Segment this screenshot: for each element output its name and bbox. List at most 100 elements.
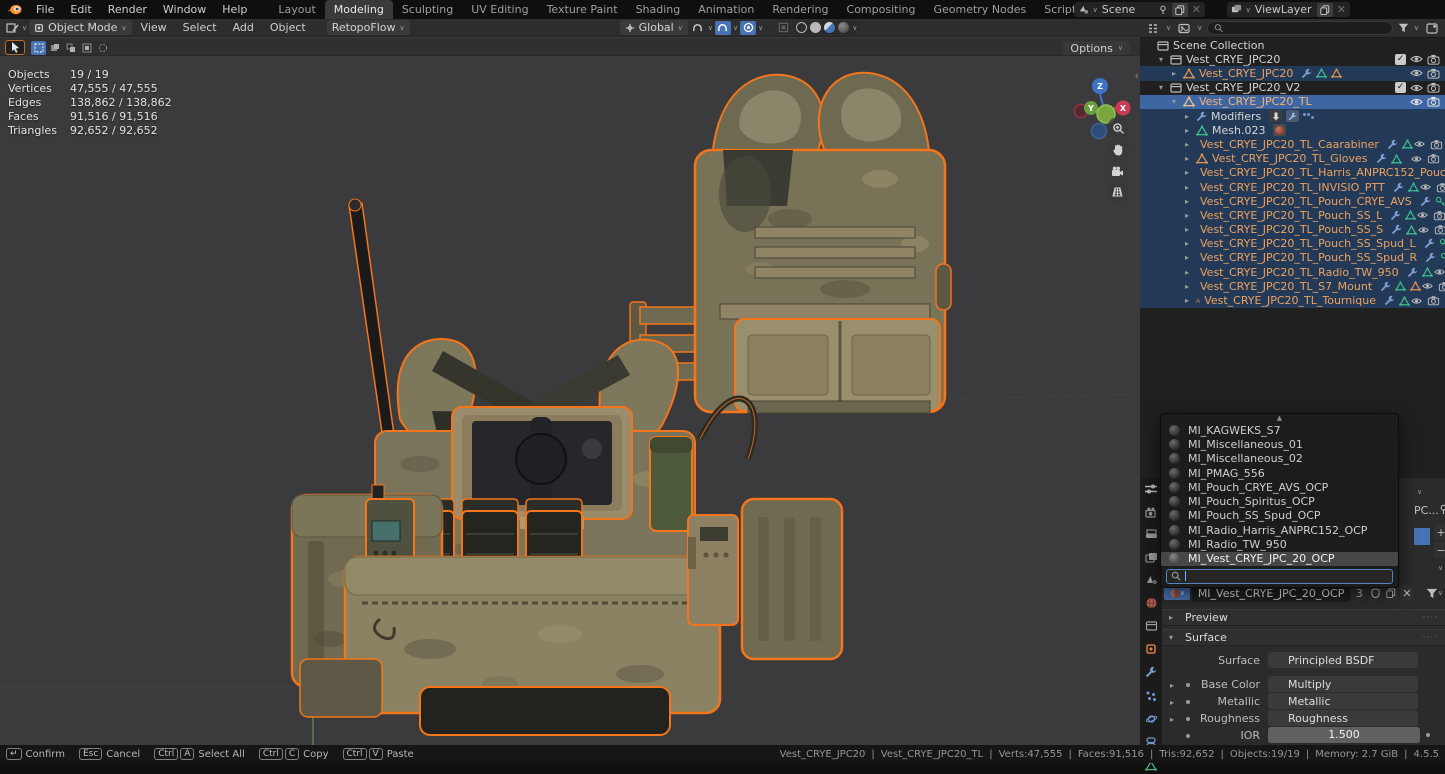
sidebar-toggle-icon[interactable]: ‹ xyxy=(1135,69,1139,82)
shading-material-button[interactable] xyxy=(824,22,835,33)
shading-wireframe-button[interactable] xyxy=(796,22,807,33)
options-dropdown[interactable]: Options ∨ xyxy=(1063,41,1130,55)
collection-checkbox[interactable]: ✓ xyxy=(1395,82,1406,93)
render-visibility-icon[interactable] xyxy=(1427,96,1440,107)
tab-modifiers[interactable] xyxy=(1145,666,1157,681)
tab-animation[interactable]: Animation xyxy=(689,0,763,19)
tab-layout[interactable]: Layout xyxy=(269,0,324,19)
expand-icon[interactable] xyxy=(1185,268,1196,277)
editor-type-icon[interactable] xyxy=(1145,21,1161,35)
add-viewlayer-button[interactable] xyxy=(1317,3,1333,17)
expand-icon[interactable] xyxy=(1185,112,1196,121)
render-visibility-icon[interactable] xyxy=(1427,82,1440,93)
keyframe-dot-icon[interactable] xyxy=(1426,733,1430,737)
ior-slider[interactable]: 1.500 xyxy=(1268,727,1420,743)
filter-icon[interactable] xyxy=(1398,23,1409,33)
expand-icon[interactable] xyxy=(1159,83,1170,92)
menu-file[interactable]: File xyxy=(28,0,62,19)
expand-icon[interactable] xyxy=(1185,168,1196,177)
expand-icon[interactable] xyxy=(1185,197,1196,206)
mode-dropdown[interactable]: Object Mode ∨ xyxy=(29,20,131,35)
select-subtract-button[interactable] xyxy=(63,41,78,55)
hide-eye-icon[interactable] xyxy=(1410,97,1423,107)
outliner-row-object[interactable]: Vest_CRYE_JPC20_TL_Pouch_SS_S xyxy=(1140,223,1445,237)
outliner-row-object[interactable]: Vest_CRYE_JPC20_TL_Tournique xyxy=(1140,293,1445,307)
tab-sculpting[interactable]: Sculpting xyxy=(393,0,462,19)
select-intersect-button[interactable] xyxy=(95,41,110,55)
menu-help[interactable]: Help xyxy=(214,0,255,19)
material-item[interactable]: MI_Miscellaneous_01 xyxy=(1161,437,1398,451)
tab-output[interactable] xyxy=(1145,529,1158,543)
snap-magnet-toggle[interactable] xyxy=(715,21,731,35)
panel-drag-icon[interactable]: ···· xyxy=(1423,633,1438,643)
add-slot-button[interactable]: + xyxy=(1434,524,1445,540)
browse-material-button[interactable]: ∨ xyxy=(1164,586,1190,600)
camera-view-button[interactable] xyxy=(1106,160,1128,182)
tab-rendering[interactable]: Rendering xyxy=(763,0,837,19)
outliner-row-object[interactable]: Vest_CRYE_JPC20_TL_Pouch_SS_Spud_R xyxy=(1140,251,1445,265)
hide-eye-icon[interactable] xyxy=(1410,54,1423,64)
outliner-row-scene-collection[interactable]: Scene Collection xyxy=(1140,38,1445,52)
outliner-row-collection[interactable]: Vest_CRYE_JPC20_V2 ✓ xyxy=(1140,81,1445,95)
tweak-tool-button[interactable] xyxy=(5,40,25,55)
outliner-search[interactable] xyxy=(1207,21,1393,35)
outliner-row-object[interactable]: Vest_CRYE_JPC20_TL_Caarabiner xyxy=(1140,137,1445,151)
display-mode-icon[interactable] xyxy=(1176,21,1192,35)
expand-icon[interactable] xyxy=(1172,69,1183,78)
tab-view-layer[interactable] xyxy=(1145,552,1158,566)
outliner-settings-icon[interactable] xyxy=(1424,21,1440,35)
tab-collection[interactable] xyxy=(1145,620,1158,634)
menu-view[interactable]: View xyxy=(134,21,174,34)
expand-icon[interactable] xyxy=(1185,183,1196,192)
outliner-row-object[interactable]: Vest_CRYE_JPC20_TL_S7_Mount xyxy=(1140,279,1445,293)
hide-eye-icon[interactable] xyxy=(1410,68,1423,78)
scroll-up-icon[interactable]: ▲ xyxy=(1161,414,1398,423)
material-item[interactable]: MI_Radio_TW_950 xyxy=(1161,537,1398,551)
tab-geometry-nodes[interactable]: Geometry Nodes xyxy=(924,0,1035,19)
tab-scene[interactable] xyxy=(1145,574,1158,588)
outliner-row-object[interactable]: Vest_CRYE_JPC20_TL_Pouch_SS_Spud_L xyxy=(1140,237,1445,251)
outliner-row-object[interactable]: Vest_CRYE_JPC20_TL_Harris_ANPRC152_Pouch… xyxy=(1140,166,1445,180)
shading-rendered-button[interactable] xyxy=(838,22,849,33)
material-item-highlighted[interactable]: MI_Vest_CRYE_JPC_20_OCP xyxy=(1161,552,1398,566)
tab-uv-editing[interactable]: UV Editing xyxy=(462,0,537,19)
expand-icon[interactable] xyxy=(1172,97,1183,106)
outliner-row-object[interactable]: Vest_CRYE_JPC20_TL_Gloves xyxy=(1140,152,1445,166)
material-item[interactable]: MI_Pouch_SS_Spud_OCP xyxy=(1161,509,1398,523)
proportional-editing-toggle[interactable] xyxy=(740,21,756,35)
preview-panel-header[interactable]: Preview ···· xyxy=(1162,609,1445,626)
tab-texture-paint[interactable]: Texture Paint xyxy=(538,0,627,19)
pin-icon[interactable] xyxy=(1158,5,1168,15)
select-invert-button[interactable] xyxy=(79,41,94,55)
select-extend-button[interactable] xyxy=(47,41,62,55)
search-input[interactable] xyxy=(1227,23,1385,34)
material-item[interactable]: MI_KAGWEKS_S7 xyxy=(1161,423,1398,437)
outliner-row-object[interactable]: Vest_CRYE_JPC20 xyxy=(1140,66,1445,80)
shading-solid-button[interactable] xyxy=(810,22,821,33)
menu-render[interactable]: Render xyxy=(100,0,155,19)
filter-icon[interactable] xyxy=(1426,588,1438,599)
pin-icon[interactable] xyxy=(1438,504,1445,515)
remove-slot-button[interactable]: − xyxy=(1434,542,1445,558)
editor-type-icon[interactable] xyxy=(4,21,20,35)
outliner-row-object[interactable]: Vest_CRYE_JPC20_TL_Radio_TW_950 xyxy=(1140,265,1445,279)
outliner-row-collection[interactable]: Vest_CRYE_JPC20 ✓ xyxy=(1140,52,1445,66)
menu-add[interactable]: Add xyxy=(226,21,261,34)
metallic-value-button[interactable]: Metallic xyxy=(1268,693,1418,709)
tab-object[interactable] xyxy=(1145,643,1157,658)
expand-icon[interactable] xyxy=(1185,211,1196,220)
hide-eye-icon[interactable] xyxy=(1410,83,1423,93)
unlink-material-button[interactable]: ✕ xyxy=(1400,585,1414,601)
expand-icon[interactable] xyxy=(1185,282,1196,291)
material-item[interactable]: MI_Miscellaneous_02 xyxy=(1161,452,1398,466)
collection-checkbox[interactable]: ✓ xyxy=(1395,54,1406,65)
menu-edit[interactable]: Edit xyxy=(62,0,99,19)
select-box-new-button[interactable] xyxy=(31,41,46,55)
viewlayer-selector[interactable]: ∨ ViewLayer ✕ xyxy=(1227,2,1350,17)
render-visibility-icon[interactable] xyxy=(1427,54,1440,65)
surface-panel-header[interactable]: Surface ···· xyxy=(1162,629,1445,646)
panel-drag-icon[interactable]: ···· xyxy=(1423,613,1438,623)
render-visibility-icon[interactable] xyxy=(1427,68,1440,79)
outliner-row-modifiers[interactable]: Modifiers xyxy=(1140,109,1445,123)
material-item[interactable]: MI_Pouch_CRYE_AVS_OCP xyxy=(1161,480,1398,494)
